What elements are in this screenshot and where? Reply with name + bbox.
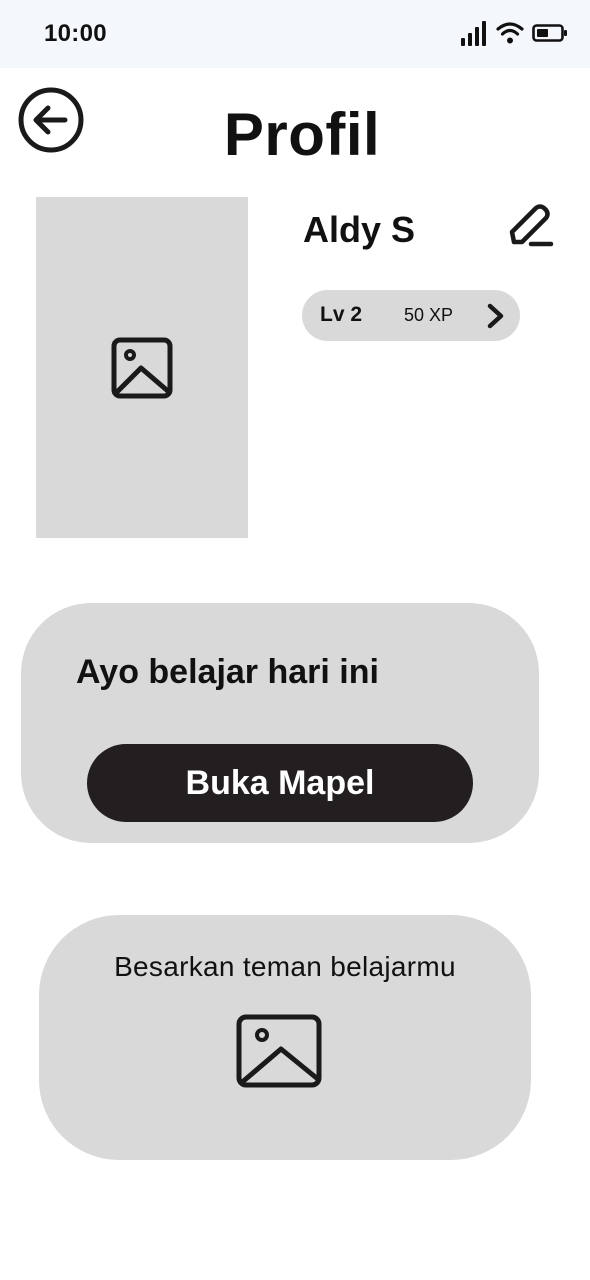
open-subjects-button[interactable]: Buka Mapel: [87, 744, 473, 822]
status-icons: [460, 18, 568, 48]
edit-profile-button[interactable]: [503, 203, 555, 253]
status-bar: 10:00: [0, 0, 590, 68]
profile-photo[interactable]: [36, 197, 248, 538]
user-name: Aldy S: [303, 209, 416, 250]
image-placeholder-icon: [236, 1014, 322, 1088]
page-title: Profil: [223, 101, 381, 168]
wifi-icon: [496, 22, 524, 44]
battery-icon: [532, 24, 567, 42]
study-heading: Ayo belajar hari ini: [76, 653, 379, 691]
level-label: Lv 2: [320, 303, 363, 326]
pencil-icon: [509, 204, 554, 247]
status-time: 10:00: [44, 20, 107, 47]
study-buddy-text: Besarkan teman belajarmu: [114, 951, 456, 982]
image-placeholder-icon: [111, 337, 173, 398]
xp-label: 50 XP: [404, 305, 454, 325]
study-buddy-card[interactable]: Besarkan teman belajarmu: [39, 915, 531, 1160]
study-card: Ayo belajar hari ini Buka Mapel: [21, 603, 539, 843]
level-pill[interactable]: Lv 2 50 XP: [302, 290, 520, 341]
signal-icon: [461, 21, 486, 46]
chevron-right-icon: [487, 303, 504, 329]
